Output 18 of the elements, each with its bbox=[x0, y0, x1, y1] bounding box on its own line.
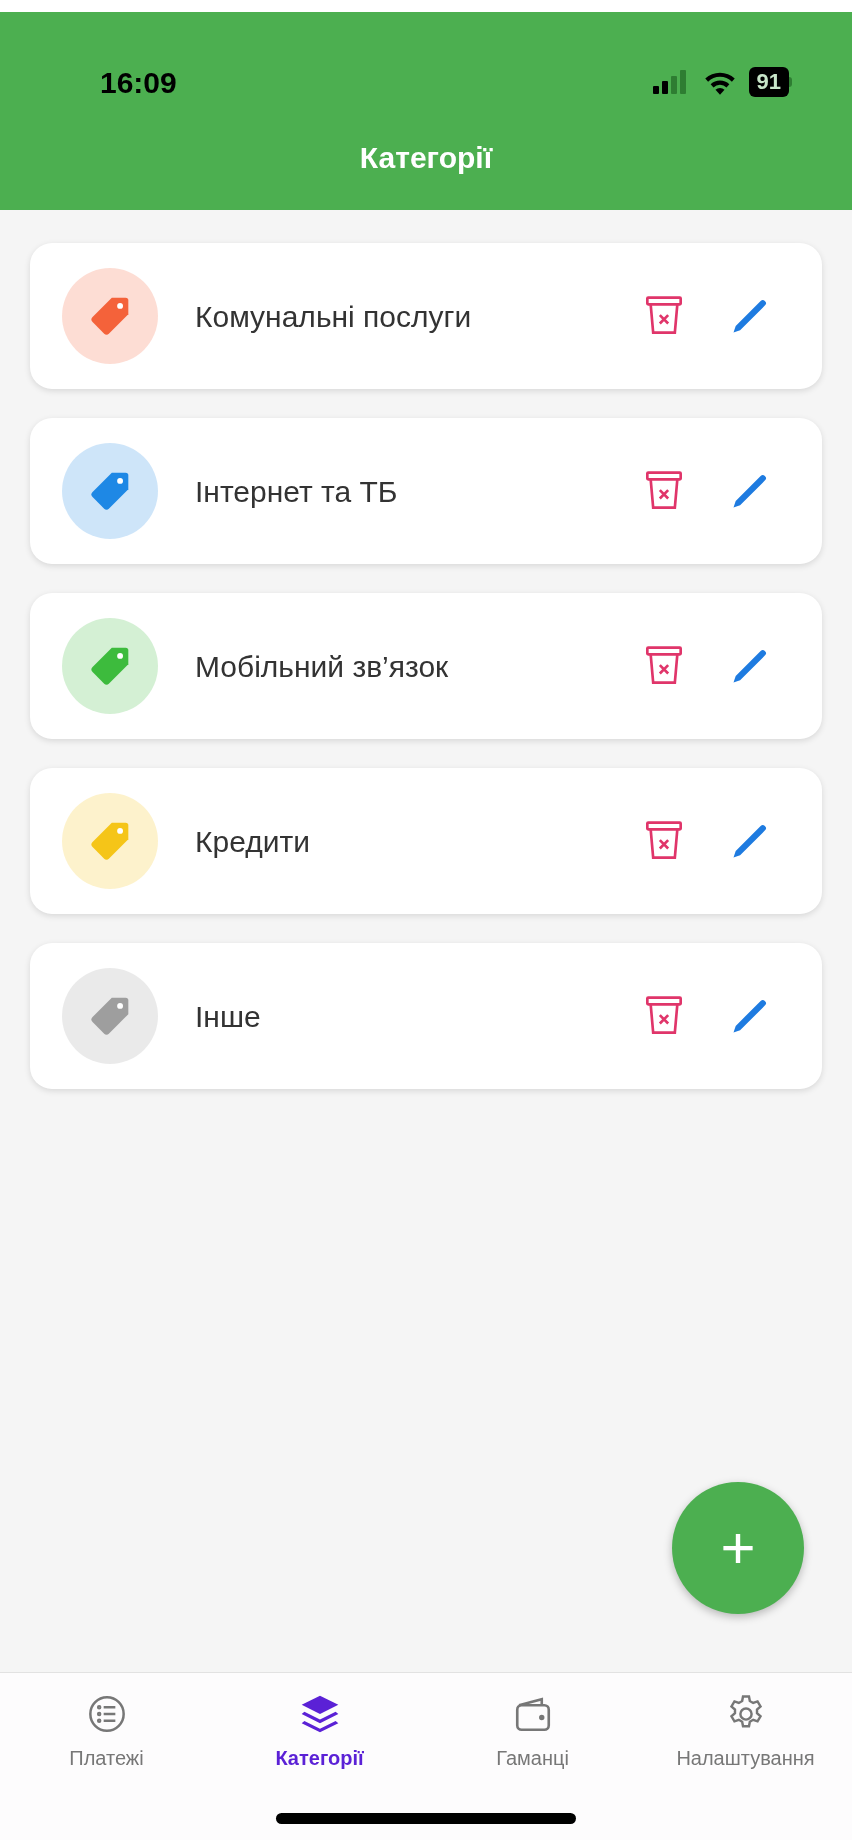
battery-level: 91 bbox=[748, 67, 789, 97]
nav-tab[interactable]: Платежі bbox=[0, 1691, 213, 1773]
category-card[interactable]: Кредити bbox=[30, 768, 822, 914]
category-card[interactable]: Інтернет та ТБ bbox=[30, 418, 822, 564]
nav-tab[interactable]: Налаштування bbox=[639, 1691, 852, 1773]
nav-tab[interactable]: Категорії bbox=[213, 1691, 426, 1773]
category-name: Кредити bbox=[195, 823, 311, 860]
status-time: 16:09 bbox=[100, 64, 177, 101]
category-card[interactable]: Комунальні послуги bbox=[30, 243, 822, 389]
category-name: Мобільний зв’язок bbox=[195, 648, 450, 685]
category-card[interactable]: Мобільний зв’язок bbox=[30, 593, 822, 739]
category-name: Комунальні послуги bbox=[195, 298, 473, 335]
category-name: Інше bbox=[195, 998, 262, 1035]
nav-tab[interactable]: Гаманці bbox=[426, 1691, 639, 1773]
list-icon bbox=[86, 1694, 127, 1734]
category-name: Інтернет та ТБ bbox=[195, 473, 399, 510]
category-card[interactable]: Інше bbox=[30, 943, 822, 1089]
screen-title: Категорії bbox=[359, 139, 493, 176]
